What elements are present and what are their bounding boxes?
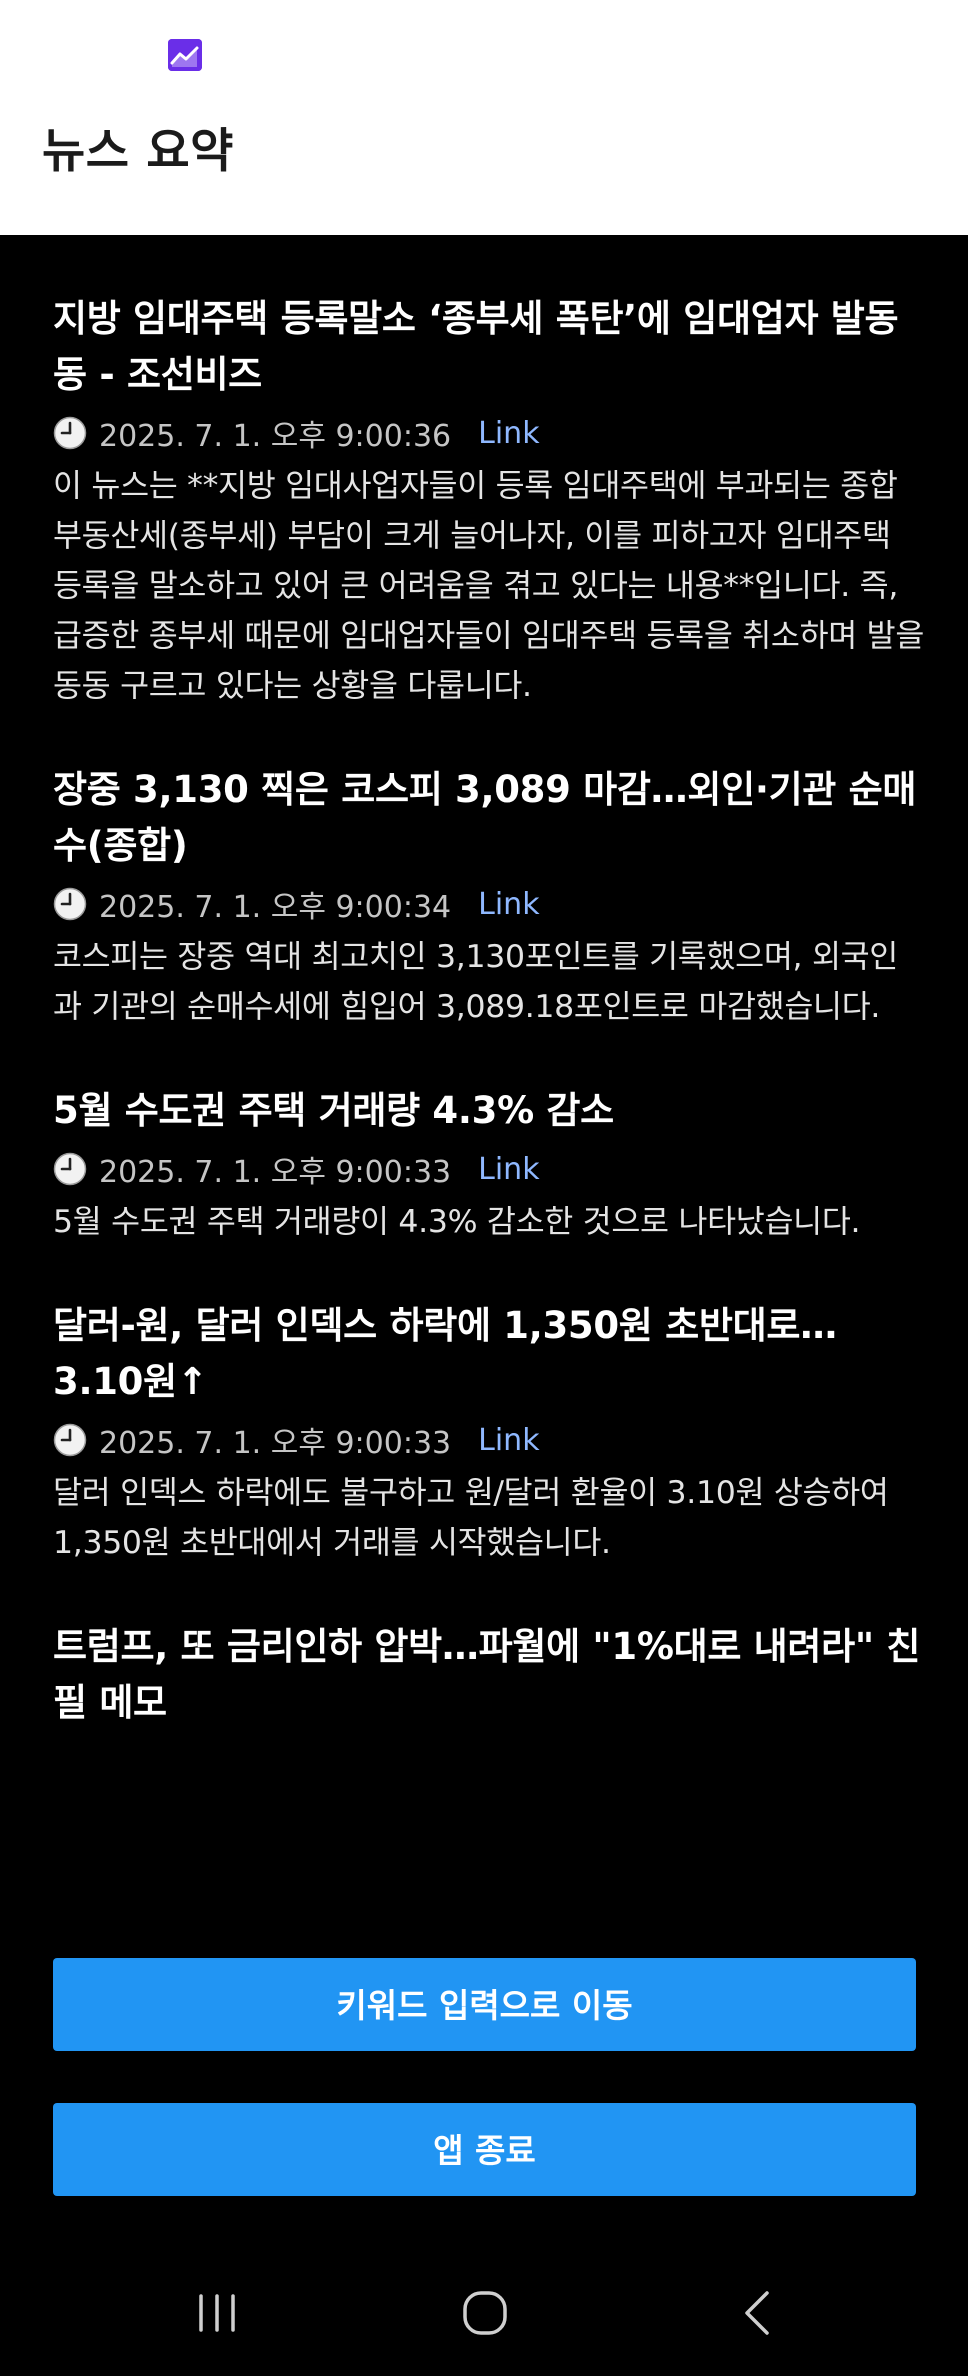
chart-trend-icon bbox=[168, 39, 202, 71]
news-time: 2025. 7. 1. 오후 9:00:33 bbox=[99, 1155, 452, 1190]
news-item: 5월 수도권 주택 거래량 4.3% 감소 2025. 7. 1. 오후 9:0… bbox=[53, 1083, 925, 1247]
news-list: 지방 임대주택 등록말소 ‘종부세 폭탄’에 임대업자 발동동 - 조선비즈 2… bbox=[53, 291, 925, 1782]
news-list-scroll[interactable]: 지방 임대주택 등록말소 ‘종부세 폭탄’에 임대업자 발동동 - 조선비즈 2… bbox=[0, 235, 968, 1908]
back-icon[interactable] bbox=[712, 2268, 802, 2358]
news-item: 지방 임대주택 등록말소 ‘종부세 폭탄’에 임대업자 발동동 - 조선비즈 2… bbox=[53, 291, 925, 711]
app-header: 뉴스 요약 bbox=[0, 0, 968, 235]
page-title: 뉴스 요약 bbox=[42, 124, 234, 179]
news-meta: 2025. 7. 1. 오후 9:00:34 Link bbox=[53, 882, 925, 926]
news-title: 장중 3,130 찍은 코스피 3,089 마감…외인·기관 순매수(종합) bbox=[53, 768, 917, 867]
clock-icon bbox=[53, 1423, 87, 1457]
system-navigation-bar bbox=[0, 2250, 968, 2376]
keyword-input-button[interactable]: 키워드 입력으로 이동 bbox=[53, 1958, 916, 2051]
news-item: 달러-원, 달러 인덱스 하락에 1,350원 초반대로… 3.10원↑ 202… bbox=[53, 1298, 925, 1568]
news-summary: 이 뉴스는 **지방 임대사업자들이 등록 임대주택에 부과되는 종합부동산세(… bbox=[53, 468, 925, 704]
news-item: 트럼프, 또 금리인하 압박…파월에 "1%대로 내려라" 친필 메모 bbox=[53, 1619, 925, 1731]
news-title: 5월 수도권 주택 거래량 4.3% 감소 bbox=[53, 1089, 614, 1132]
news-title: 지방 임대주택 등록말소 ‘종부세 폭탄’에 임대업자 발동동 - 조선비즈 bbox=[53, 297, 899, 396]
recent-apps-icon[interactable] bbox=[172, 2268, 262, 2358]
news-time: 2025. 7. 1. 오후 9:00:36 bbox=[99, 419, 452, 454]
news-link[interactable]: Link bbox=[478, 1152, 539, 1187]
news-title: 트럼프, 또 금리인하 압박…파월에 "1%대로 내려라" 친필 메모 bbox=[53, 1625, 921, 1724]
clock-icon bbox=[53, 887, 87, 921]
news-link[interactable]: Link bbox=[478, 1423, 539, 1458]
exit-app-button[interactable]: 앱 종료 bbox=[53, 2103, 916, 2196]
news-title: 달러-원, 달러 인덱스 하락에 1,350원 초반대로… 3.10원↑ bbox=[53, 1304, 837, 1403]
clock-icon bbox=[53, 416, 87, 450]
news-meta: 2025. 7. 1. 오후 9:00:33 Link bbox=[53, 1418, 925, 1462]
news-time: 2025. 7. 1. 오후 9:00:33 bbox=[99, 1426, 452, 1461]
clock-icon bbox=[53, 1152, 87, 1186]
news-meta: 2025. 7. 1. 오후 9:00:36 Link bbox=[53, 411, 925, 455]
news-time: 2025. 7. 1. 오후 9:00:34 bbox=[99, 890, 452, 925]
news-item: 장중 3,130 찍은 코스피 3,089 마감…외인·기관 순매수(종합) 2… bbox=[53, 762, 925, 1032]
news-summary: 코스피는 장중 역대 최고치인 3,130포인트를 기록했으며, 외국인과 기관… bbox=[53, 939, 898, 1025]
news-link[interactable]: Link bbox=[478, 887, 539, 922]
news-meta: 2025. 7. 1. 오후 9:00:33 Link bbox=[53, 1147, 925, 1191]
news-summary: 달러 인덱스 하락에도 불구하고 원/달러 환율이 3.10원 상승하여 1,3… bbox=[53, 1475, 889, 1561]
news-summary: 5월 수도권 주택 거래량이 4.3% 감소한 것으로 나타났습니다. bbox=[53, 1204, 861, 1240]
news-link[interactable]: Link bbox=[478, 416, 539, 451]
home-icon[interactable] bbox=[440, 2268, 530, 2358]
